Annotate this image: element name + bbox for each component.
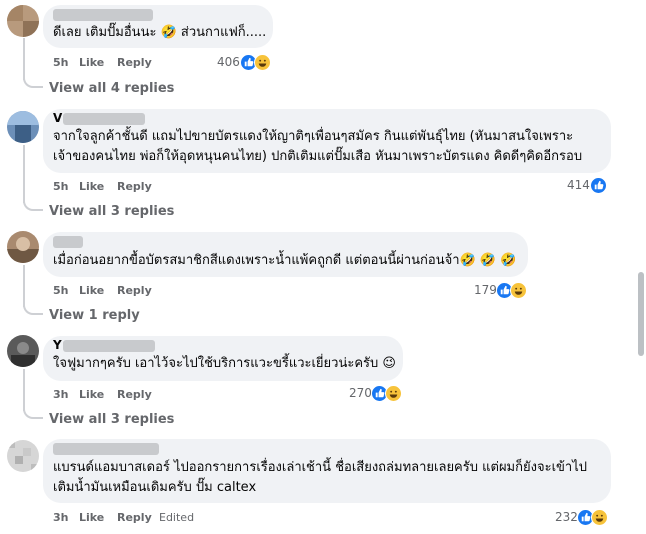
reaction-count: 270	[349, 386, 372, 400]
thread-line	[23, 369, 25, 411]
reply-button[interactable]: Reply	[117, 511, 152, 524]
comment-text: เมื่อก่อนอยากขื้อบัตรสมาชิกสีแดงเพราะน้ำ…	[53, 253, 517, 268]
comment-text-line-2: เจ้าของคนไทย พ่อก็ให้อุดหนุนคนไทย) ปกติเ…	[53, 149, 583, 164]
comment-bubble: เมื่อก่อนอยากขื้อบัตรสมาชิกสีแดงเพราะน้ำ…	[43, 232, 528, 277]
scrollbar-thumb[interactable]	[638, 272, 644, 356]
haha-icon	[385, 385, 402, 402]
avatar[interactable]	[7, 335, 39, 367]
haha-icon	[254, 54, 271, 71]
view-replies-link[interactable]: View all 3 replies	[49, 204, 174, 219]
comment-text-line-2: เติมน้ำมันเหมือนเดิมครับ ปั๊ม caltex	[53, 480, 257, 495]
avatar[interactable]	[7, 440, 39, 472]
reactions-summary[interactable]: 270	[347, 385, 407, 403]
thread-line	[23, 265, 25, 307]
reactions-summary[interactable]: 414	[565, 177, 613, 195]
haha-icon	[591, 509, 608, 526]
avatar[interactable]	[7, 5, 39, 37]
like-button[interactable]: Like	[79, 284, 104, 297]
timestamp[interactable]: 3h	[53, 388, 69, 401]
thread-curve	[23, 78, 43, 88]
view-replies-link[interactable]: View 1 reply	[49, 308, 140, 323]
comment-bubble: V จากใจลูกค้าชั้นดี แถมไปขายบัตรแดงให้ญา…	[43, 109, 611, 173]
like-button[interactable]: Like	[79, 388, 104, 401]
timestamp[interactable]: 3h	[53, 511, 69, 524]
reactions-summary[interactable]: 232	[553, 509, 613, 527]
thread-curve	[23, 409, 43, 419]
reply-button[interactable]: Reply	[117, 180, 152, 193]
comment-text: ใจฟูมากๆครับ เอาไว้จะไปใช้บริการแวะขรี้แ…	[53, 356, 396, 371]
haha-icon	[510, 282, 527, 299]
thread-line	[23, 145, 25, 203]
comment-text-line-1: จากใจลูกค้าชั้นดี แถมไปขายบัตรแดงให้ญาติ…	[53, 129, 574, 144]
comment-bubble: ดีเลย เติมปั๊มอื่นนะ 🤣 ส่วนกาแฟก็.....	[43, 5, 273, 48]
reaction-count: 406	[217, 55, 240, 69]
like-button[interactable]: Like	[79, 56, 104, 69]
timestamp[interactable]: 5h	[53, 56, 69, 69]
reactions-summary[interactable]: 179	[472, 282, 532, 300]
avatar[interactable]	[7, 111, 39, 143]
reaction-count: 179	[474, 283, 497, 297]
reply-button[interactable]: Reply	[117, 284, 152, 297]
author-initial: V	[53, 111, 63, 125]
view-replies-link[interactable]: View all 4 replies	[49, 81, 174, 96]
timestamp[interactable]: 5h	[53, 284, 69, 297]
thread-curve	[23, 201, 43, 211]
like-button[interactable]: Like	[79, 511, 104, 524]
avatar[interactable]	[7, 231, 39, 263]
author-initial: Y	[53, 338, 62, 352]
reaction-count: 414	[567, 178, 590, 192]
edited-label: Edited	[159, 511, 195, 524]
reply-button[interactable]: Reply	[117, 56, 152, 69]
comment-text-line-1: แบรนด์แอมบาสเดอร์ ไปออกรายการเรื่องเล่าเ…	[53, 460, 587, 475]
reaction-count: 232	[555, 510, 578, 524]
like-icon	[590, 177, 607, 194]
comment-text: ดีเลย เติมปั๊มอื่นนะ 🤣 ส่วนกาแฟก็.....	[53, 25, 267, 40]
thread-curve	[23, 305, 43, 315]
reactions-summary[interactable]: 406	[215, 54, 275, 72]
comment-bubble: Y ใจฟูมากๆครับ เอาไว้จะไปใช้บริการแวะขรี…	[43, 336, 403, 381]
reply-button[interactable]: Reply	[117, 388, 152, 401]
timestamp[interactable]: 5h	[53, 180, 69, 193]
comment-bubble: แบรนด์แอมบาสเดอร์ ไปออกรายการเรื่องเล่าเ…	[43, 439, 611, 503]
thread-line	[23, 38, 25, 80]
like-button[interactable]: Like	[79, 180, 104, 193]
view-replies-link[interactable]: View all 3 replies	[49, 412, 174, 427]
